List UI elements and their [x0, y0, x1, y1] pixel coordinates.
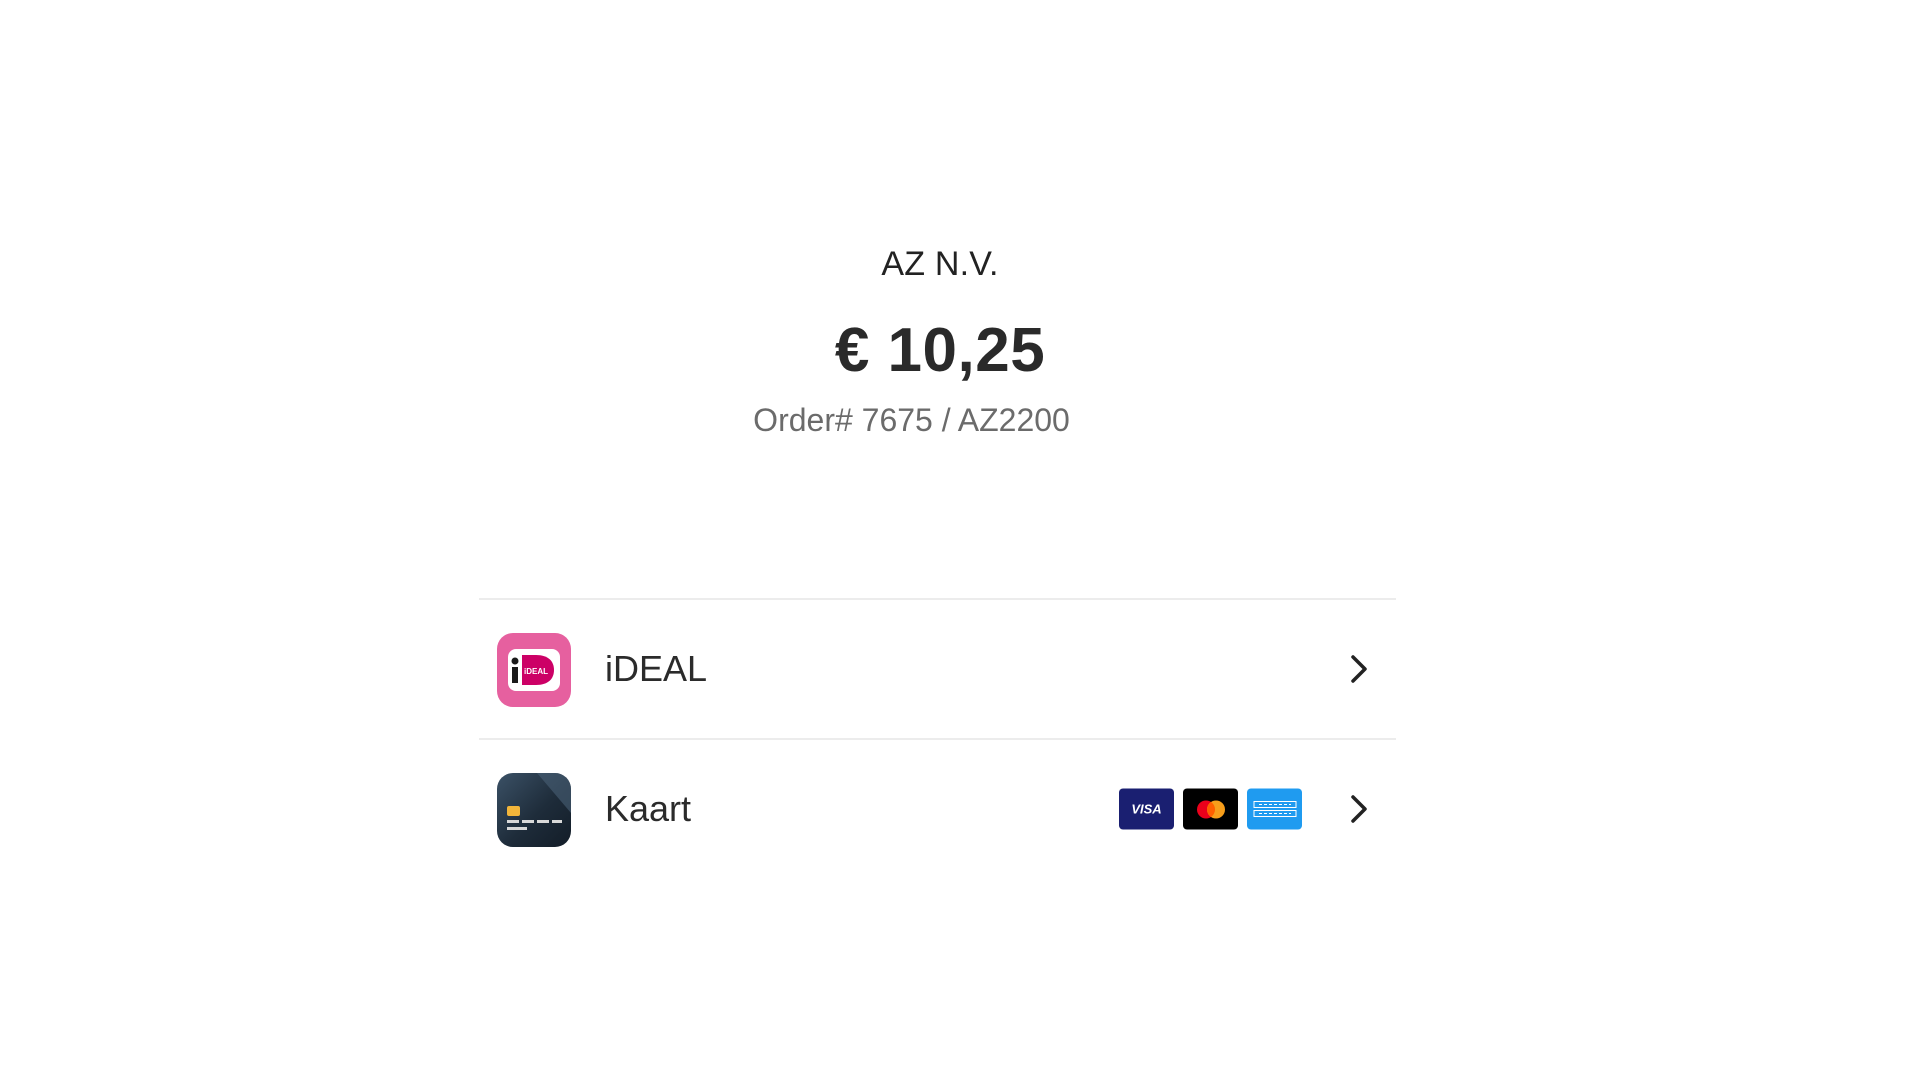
checkout-page: AZ N.V. € 10,25 Order# 7675 / AZ2200 iDE… — [0, 0, 1920, 1080]
visa-logo-icon: VISA — [1119, 788, 1174, 830]
method-label-card: Kaart — [605, 788, 692, 829]
order-reference: Order# 7675 / AZ2200 — [753, 402, 1070, 438]
card-brands: VISA — [1119, 788, 1302, 830]
payment-method-ideal[interactable]: iDEAL iDEAL — [479, 600, 1396, 740]
payment-methods-list: iDEAL iDEAL Kaart VISA — [479, 598, 1396, 878]
visa-logo-text: VISA — [1131, 801, 1162, 817]
mastercard-logo-icon — [1183, 788, 1238, 830]
svg-text:iDEAL: iDEAL — [524, 667, 548, 676]
method-label-ideal: iDEAL — [605, 648, 708, 689]
credit-card-icon — [497, 773, 571, 847]
chevron-right-icon — [1351, 795, 1367, 823]
payment-amount: € 10,25 — [834, 316, 1046, 385]
merchant-name: AZ N.V. — [881, 245, 999, 283]
amex-logo-icon — [1247, 788, 1302, 830]
payment-method-card[interactable]: Kaart VISA — [479, 740, 1396, 878]
ideal-logo-icon: iDEAL — [497, 633, 571, 707]
chevron-right-icon — [1351, 655, 1367, 683]
